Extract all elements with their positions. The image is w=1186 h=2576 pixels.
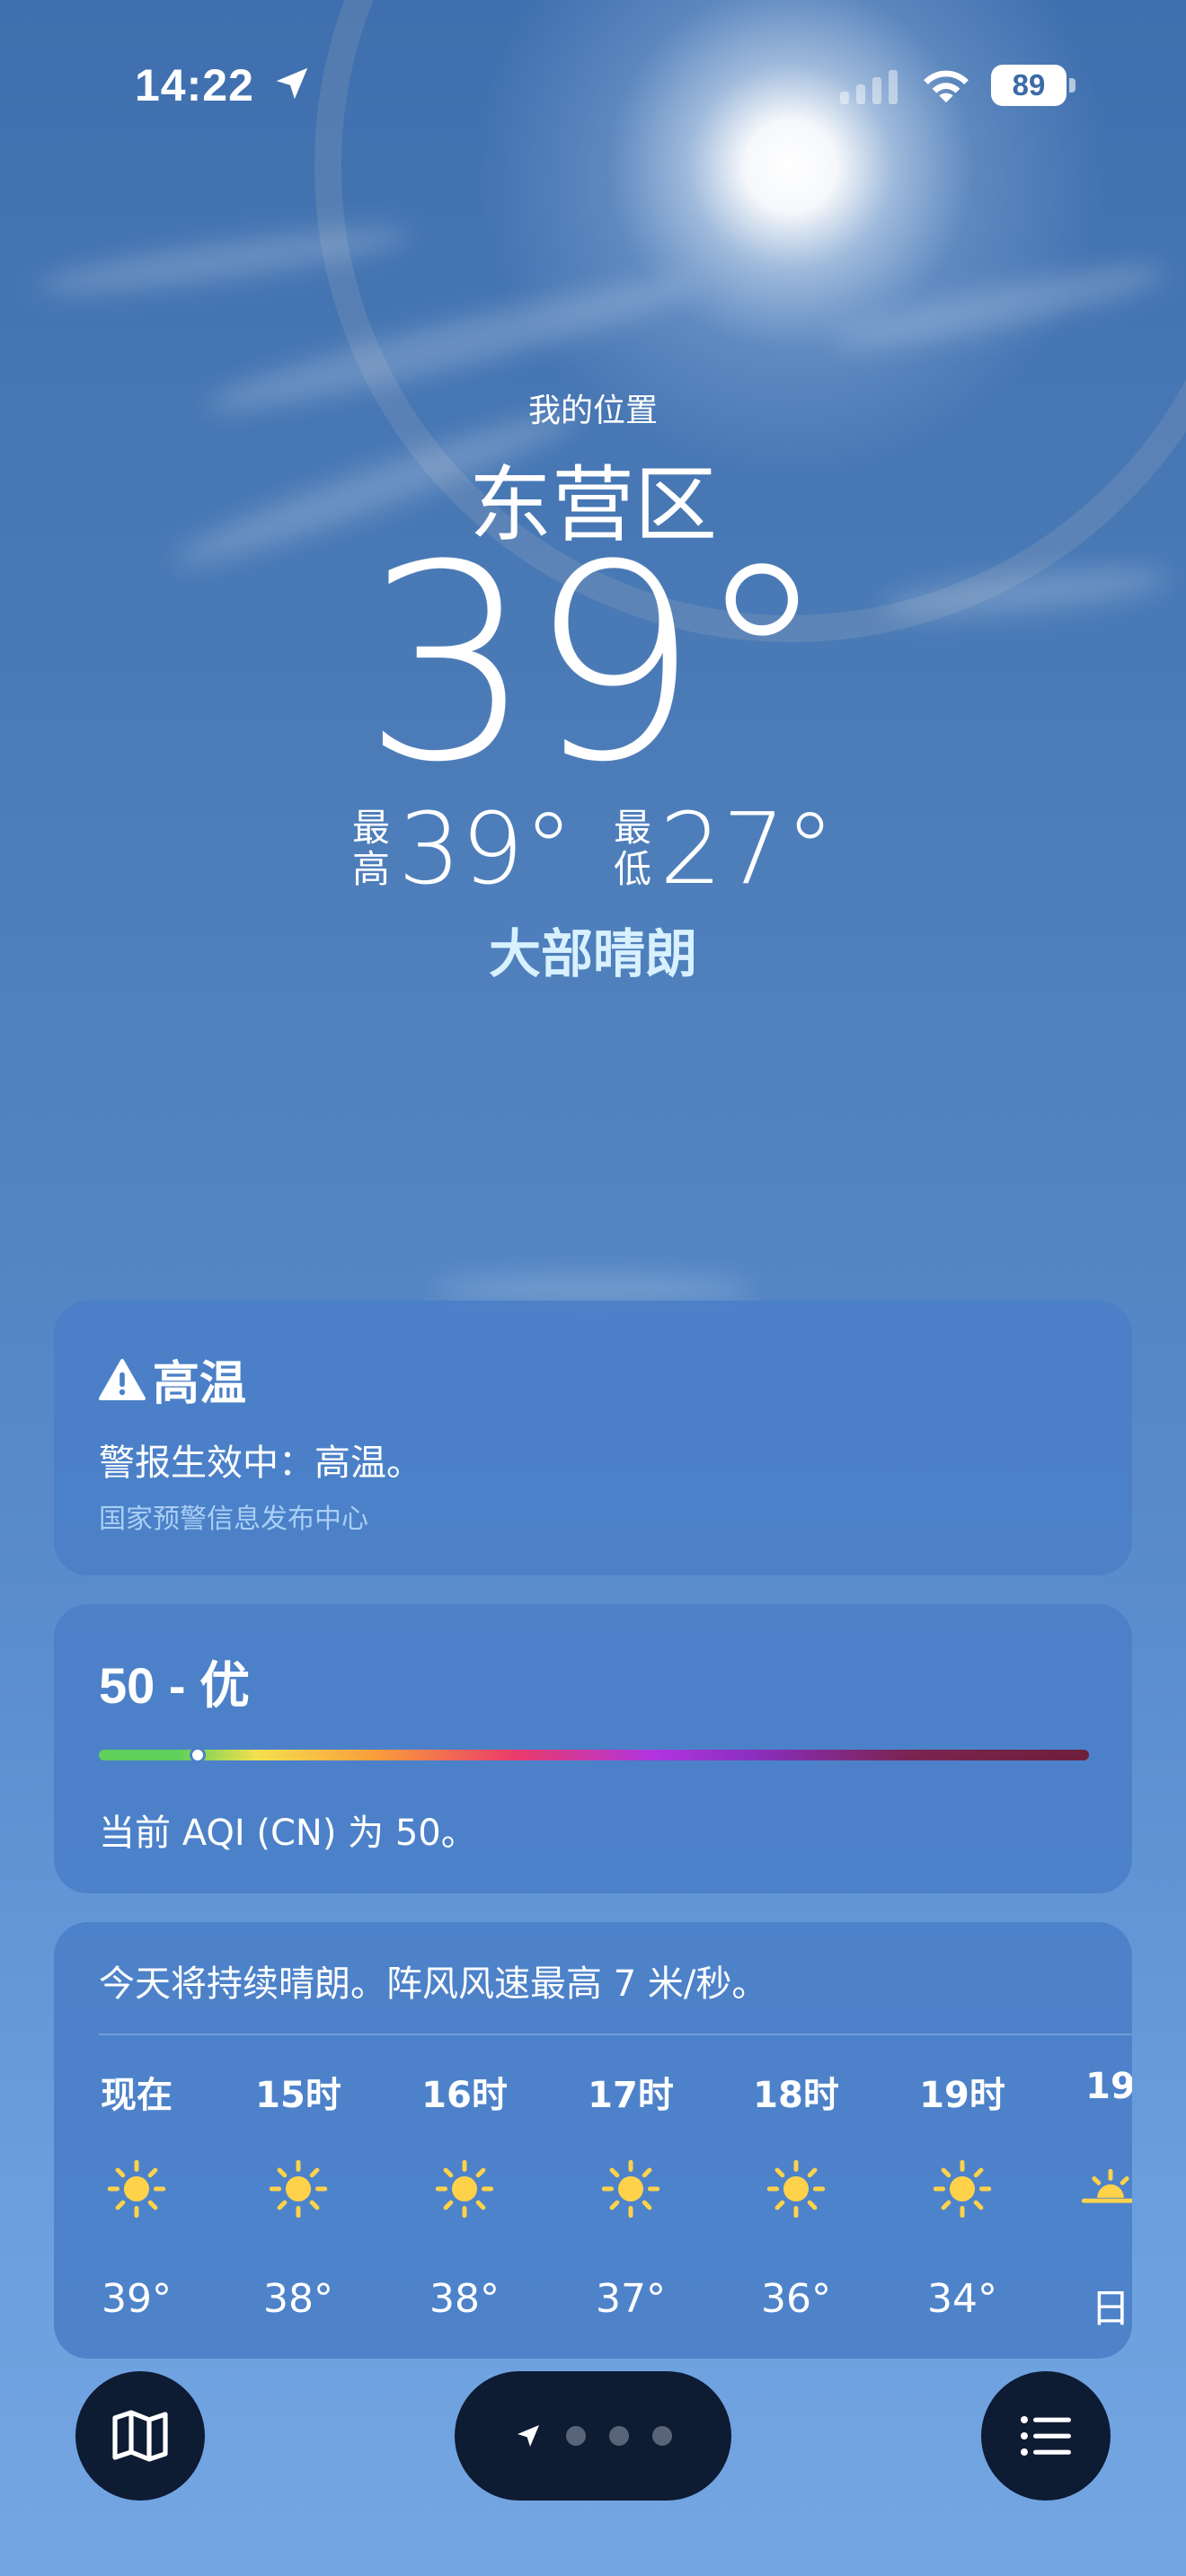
high-label: 最高: [352, 806, 391, 891]
hour-label: 17时: [588, 2075, 674, 2116]
hour-label: 19: [1085, 2066, 1132, 2107]
heat-alert-card[interactable]: 高温 警报生效中：高温。 国家预警信息发布中心: [54, 1301, 1132, 1575]
list-icon: [1021, 2416, 1071, 2456]
divider: [99, 2033, 1132, 2035]
aqi-scale-bar: [99, 1747, 1089, 1763]
hour-temperature: 37°: [596, 2276, 666, 2322]
low-label: 最低: [613, 806, 651, 891]
cellular-signal-icon: [840, 70, 898, 104]
cloud: [431, 1275, 755, 1302]
current-temperature: 39°: [362, 507, 829, 821]
sun-icon: [269, 2159, 328, 2219]
hour-label: 现在: [101, 2075, 173, 2116]
hour-label: 19时: [919, 2075, 1005, 2116]
map-button[interactable]: [75, 2371, 205, 2501]
hour-temperature: 34°: [927, 2276, 997, 2322]
battery-level: 89: [991, 65, 1067, 106]
hour-temperature: 36°: [761, 2276, 831, 2322]
sunset-icon: [1081, 2168, 1132, 2203]
aqi-indicator: [190, 1747, 207, 1763]
location-label: 我的位置: [527, 393, 658, 429]
hour-temperature: 日: [1091, 2286, 1130, 2332]
sun-icon: [766, 2159, 826, 2219]
hour-label: 16时: [421, 2075, 508, 2116]
location-list-button[interactable]: [981, 2371, 1111, 2501]
wifi-icon: [924, 70, 969, 103]
sun-icon: [107, 2159, 166, 2219]
sun-icon: [933, 2159, 992, 2219]
location-arrow-icon: [276, 67, 308, 100]
hour-temperature: 38°: [429, 2276, 500, 2322]
location-arrow-icon: [518, 2425, 539, 2447]
map-icon: [112, 2410, 168, 2462]
forecast-summary: 今天将持续晴朗。阵风风速最高 7 米/秒。: [99, 1963, 768, 2005]
sun-icon: [435, 2159, 494, 2219]
aqi-title: 50 - 优: [99, 1657, 251, 1714]
hour-label: 18时: [753, 2075, 839, 2116]
sun-icon: [601, 2159, 660, 2219]
weather-condition: 大部晴朗: [488, 923, 697, 984]
air-quality-card[interactable]: 50 - 优 当前 AQI (CN) 为 50。: [54, 1604, 1132, 1893]
warning-icon: [99, 1358, 146, 1400]
alert-title-text: 高温: [153, 1357, 247, 1411]
low-temperature: 最低 27°: [613, 799, 835, 898]
low-value: 27°: [659, 791, 835, 906]
status-bar: 14:22 89: [0, 54, 1186, 117]
battery-tip: [1069, 78, 1075, 93]
hour-temperature: 38°: [263, 2276, 333, 2322]
aqi-description: 当前 AQI (CN) 为 50。: [99, 1813, 477, 1854]
hour-temperature: 39°: [102, 2276, 172, 2322]
alert-body: 警报生效中：高温。: [99, 1442, 422, 1484]
high-low-temperatures: 最高 39° 最低 27°: [0, 799, 1186, 898]
page-dot[interactable]: [566, 2426, 586, 2446]
alert-title: 高温: [99, 1345, 246, 1413]
high-temperature: 最高 39°: [351, 799, 573, 898]
status-time: 14:22: [135, 60, 254, 110]
page-indicator[interactable]: [455, 2371, 731, 2501]
page-dot[interactable]: [652, 2426, 672, 2446]
hour-label: 15时: [255, 2075, 341, 2116]
hourly-list[interactable]: 现在 39° 15时 38° 16时 38° 17时 37° 18时 36° 1…: [54, 2066, 1132, 2353]
hourly-forecast-card[interactable]: 今天将持续晴朗。阵风风速最高 7 米/秒。 现在 39° 15时 38° 16时…: [54, 1922, 1132, 2359]
page-dot[interactable]: [609, 2426, 629, 2446]
high-value: 39°: [398, 791, 573, 906]
battery-indicator: 89: [991, 65, 1077, 106]
alert-source: 国家预警信息发布中心: [99, 1504, 368, 1535]
